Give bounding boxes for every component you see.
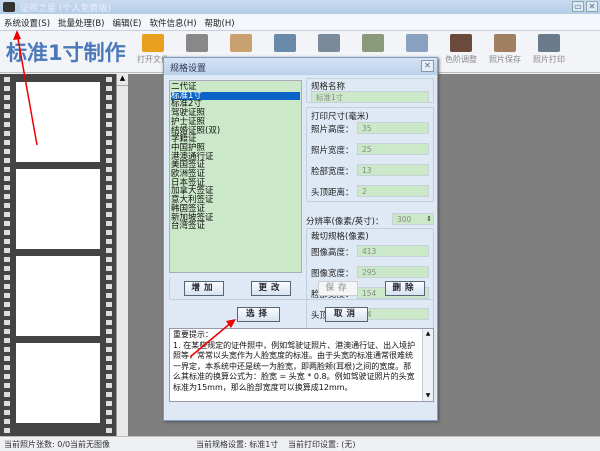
annotation-arrows	[13, 30, 236, 358]
status-spec: 当前规格设置: 标准1寸	[196, 440, 279, 449]
arrow-to-select	[189, 321, 233, 358]
status-photo-count: 当前照片张数: 0/0	[4, 440, 71, 449]
status-print: 当前打印设置: (无)	[288, 440, 356, 449]
arrowhead-icon	[13, 30, 21, 40]
arrow-to-menu	[16, 32, 38, 146]
status-bar: 当前照片张数: 0/0 当前无图像 当前规格设置: 标准1寸 当前打印设置: (…	[0, 436, 600, 451]
status-image: 当前无图像	[70, 440, 110, 449]
